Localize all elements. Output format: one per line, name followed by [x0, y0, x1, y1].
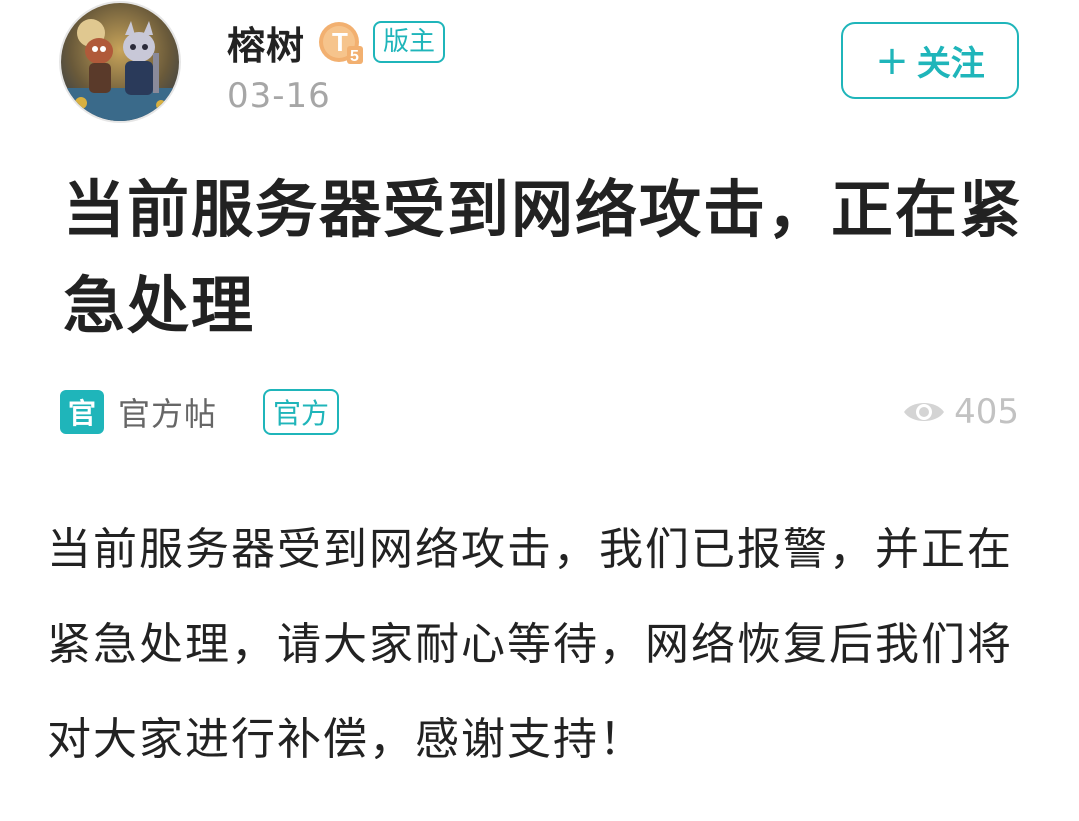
post-title: 当前服务器受到网络攻击，正在紧急处理 [63, 173, 1024, 342]
author-row: 榕树 T 5 版主 [227, 14, 446, 70]
game-character-avatar-icon [61, 3, 179, 121]
level-badge-number: 5 [350, 48, 359, 65]
author-name[interactable]: 榕树 [227, 15, 305, 70]
level-badge-icon: T 5 [319, 22, 364, 65]
view-count: 405 [902, 390, 1019, 434]
post-page: 榕树 T 5 版主 03-16 + 关注 当前服务器受到网络攻击，正在紧急处理 … [0, 0, 1079, 821]
plus-icon: + [875, 37, 909, 84]
role-badge: 版主 [373, 21, 446, 63]
view-count-value: 405 [954, 392, 1019, 432]
category-label[interactable]: 官方帖 [118, 389, 217, 435]
official-icon: 官 [60, 390, 104, 434]
follow-label: 关注 [916, 44, 985, 84]
eye-icon [904, 403, 945, 421]
follow-button[interactable]: + 关注 [841, 22, 1019, 99]
level-badge-letter: T [332, 27, 348, 57]
level-badge: T 5 [317, 18, 365, 66]
official-tag: 官方 [263, 389, 340, 435]
avatar[interactable] [61, 3, 179, 121]
post-meta: 官 官方帖 官方 [60, 388, 340, 436]
post-body: 当前服务器受到网络攻击，我们已报警，并正在紧急处理，请大家耐心等待，网络恢复后我… [47, 524, 1013, 765]
post-date: 03-16 [227, 76, 331, 116]
